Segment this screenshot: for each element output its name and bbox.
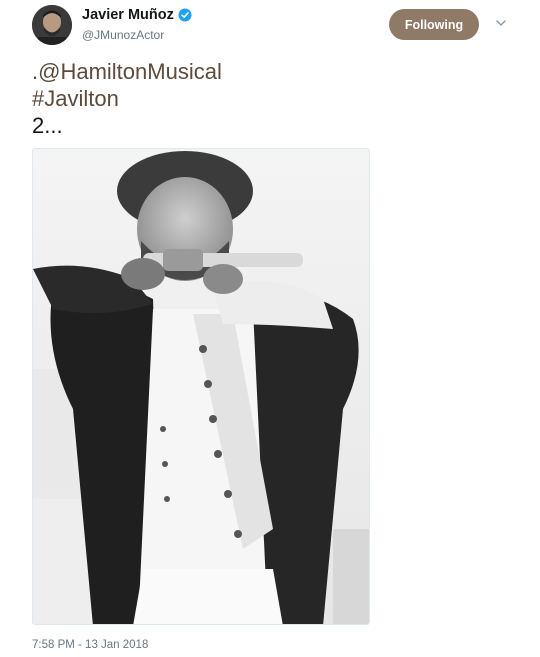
verified-badge-icon	[178, 8, 192, 22]
tweet-photo[interactable]	[32, 148, 370, 625]
author-name[interactable]: Javier Muñoz	[82, 7, 192, 23]
tweet-text-line: 2...	[32, 113, 63, 138]
tweet-card: Javier Muñoz @JMunozActor Following .@Ha…	[0, 0, 540, 657]
tweet-timestamp[interactable]: 7:58 PM - 13 Jan 2018	[32, 639, 148, 651]
author-name-text: Javier Muñoz	[82, 7, 174, 23]
avatar[interactable]	[32, 5, 72, 45]
hashtag-link[interactable]: #Javilton	[32, 85, 222, 112]
mention-link[interactable]: .@HamiltonMusical	[32, 58, 222, 85]
author-handle[interactable]: @JMunozActor	[82, 28, 164, 42]
tweet-text: .@HamiltonMusical #Javilton 2...	[32, 58, 222, 139]
chevron-down-icon[interactable]	[494, 16, 508, 30]
following-button[interactable]: Following	[389, 9, 479, 40]
